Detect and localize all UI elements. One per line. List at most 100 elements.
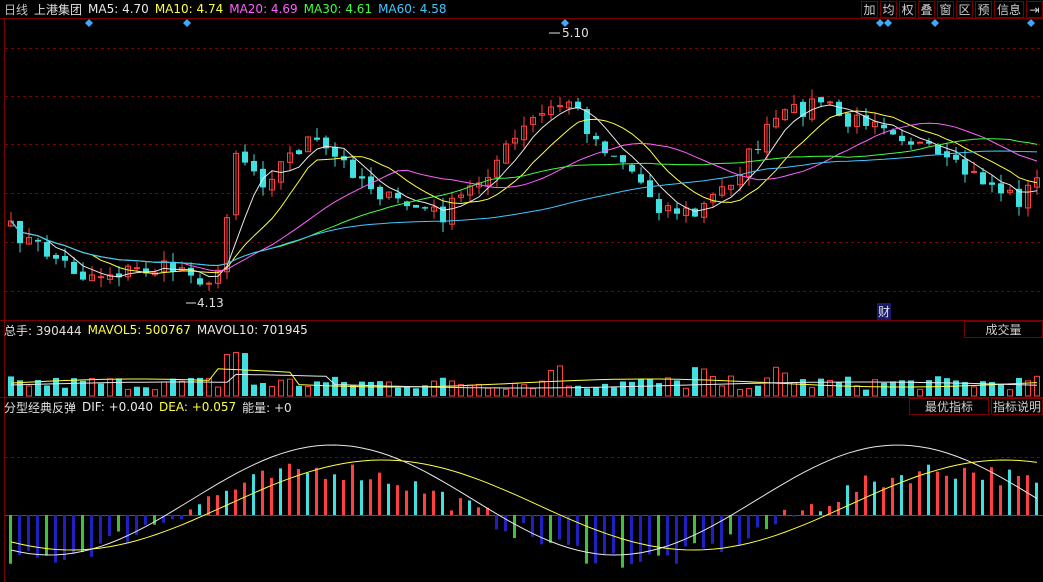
macd-bar-89 — [810, 504, 813, 515]
volume-bar-38 — [350, 385, 356, 396]
volume-bar-114 — [1034, 375, 1040, 397]
candle-body-39 — [359, 176, 365, 179]
stock-chart[interactable] — [0, 0, 1043, 582]
event-marker-5 — [931, 19, 939, 27]
volume-bar-92 — [836, 381, 842, 396]
macd-bar-86 — [783, 509, 786, 515]
macd-bar-76 — [693, 515, 696, 544]
volume-bar-7 — [71, 378, 77, 396]
volume-bar-32 — [296, 385, 302, 396]
candle-body-109 — [989, 182, 995, 185]
indicator-help-button[interactable]: 指标说明 — [991, 398, 1043, 415]
toolbar-rights-button[interactable]: 权 — [899, 1, 916, 18]
volume-bar-51 — [467, 384, 473, 397]
volume-bar-101 — [917, 388, 923, 397]
volume-bar-82 — [746, 388, 752, 397]
macd-bar-26 — [243, 482, 246, 515]
macd-bar-11 — [108, 515, 111, 537]
ma60-line — [10, 150, 1038, 267]
macd-bar-110 — [999, 485, 1002, 515]
toolbar-add-button[interactable]: 加 — [861, 1, 878, 18]
candle-body-93 — [845, 113, 851, 127]
toolbar-average-button[interactable]: 均 — [880, 1, 897, 18]
volume-bar-56 — [512, 382, 518, 397]
candle-body-69 — [629, 164, 635, 172]
macd-bar-71 — [648, 515, 651, 555]
toolbar-window-button[interactable]: 窗 — [937, 1, 954, 18]
macd-bar-107 — [972, 472, 975, 515]
macd-bar-63 — [576, 515, 579, 546]
candle-body-27 — [251, 161, 257, 172]
volume-bar-42 — [386, 381, 392, 397]
indicator-panel-title: 分型经典反弹 DIF: +0.040 DEA: +0.057 能量: +0 — [4, 399, 298, 415]
best-indicator-button[interactable]: 最优指标 — [909, 398, 989, 415]
candle-body-68 — [620, 155, 626, 163]
macd-bar-103 — [936, 471, 939, 515]
toolbar-forecast-button[interactable]: 预 — [975, 1, 992, 18]
macd-bar-47 — [432, 490, 435, 515]
candle-body-32 — [296, 150, 302, 155]
macd-bar-1 — [18, 515, 21, 556]
volume-bar-65 — [593, 387, 599, 396]
volume-bar-37 — [341, 382, 347, 396]
volume-button[interactable]: 成交量 — [964, 321, 1043, 338]
macd-bar-36 — [333, 474, 336, 515]
mavol5-value: MAVOL5: 500767 — [87, 323, 191, 337]
volume-bar-53 — [485, 387, 491, 397]
volume-bar-31 — [287, 378, 293, 397]
candle-body-4 — [44, 242, 50, 257]
candle-body-7 — [71, 261, 77, 274]
volume-bar-76 — [692, 367, 698, 396]
macd-bar-100 — [909, 483, 912, 515]
macd-bar-73 — [666, 515, 669, 556]
macd-bar-99 — [900, 475, 903, 515]
macd-bar-24 — [225, 490, 228, 515]
candle-body-67 — [611, 155, 617, 157]
macd-bar-109 — [990, 467, 993, 515]
finance-marker-icon[interactable]: 财 — [877, 303, 892, 320]
macd-bar-94 — [855, 491, 858, 515]
volume-bar-20 — [188, 378, 194, 396]
macd-bar-27 — [252, 474, 255, 515]
macd-bar-92 — [837, 501, 840, 515]
volume-panel-title: 总手: 390444 MAVOL5: 500767 MAVOL10: 70194… — [4, 322, 314, 338]
volume-bar-80 — [728, 375, 734, 397]
candle-body-105 — [953, 154, 959, 160]
volume-bar-50 — [458, 384, 464, 397]
macd-bar-41 — [378, 472, 381, 515]
macd-bar-68 — [621, 515, 624, 568]
chart-toolbar: 加 均 权 叠 窗 区 预 信息 ⇥ — [859, 1, 1043, 18]
toolbar-overlay-button[interactable]: 叠 — [918, 1, 935, 18]
volume-bar-10 — [98, 383, 104, 396]
volume-bar-22 — [206, 378, 212, 397]
volume-bar-12 — [116, 378, 122, 396]
macd-bar-34 — [315, 467, 318, 515]
volume-bar-111 — [1007, 389, 1013, 397]
volume-bar-58 — [530, 388, 536, 397]
macd-bar-57 — [522, 515, 525, 524]
macd-bar-61 — [558, 515, 561, 540]
candle-body-106 — [962, 159, 968, 175]
macd-bar-42 — [387, 483, 390, 515]
macd-bar-28 — [261, 470, 264, 515]
candle-body-101 — [917, 141, 923, 144]
volume-bar-81 — [737, 388, 743, 397]
event-marker-4 — [884, 19, 892, 27]
volume-bar-64 — [584, 388, 590, 396]
macd-bar-51 — [468, 500, 471, 515]
candle-body-70 — [638, 174, 644, 183]
volume-bar-91 — [827, 379, 833, 397]
period-label[interactable]: 日线 — [4, 1, 28, 18]
candle-body-90 — [818, 97, 824, 103]
macd-bar-13 — [126, 515, 129, 544]
macd-bar-111 — [1008, 469, 1011, 515]
toolbar-expand-icon[interactable]: ⇥ — [1026, 1, 1043, 18]
toolbar-range-button[interactable]: 区 — [956, 1, 973, 18]
dif-value: DIF: +0.040 — [82, 400, 154, 414]
volume-bar-57 — [521, 384, 527, 397]
macd-bar-87 — [792, 515, 795, 517]
toolbar-info-button[interactable]: 信息 — [994, 1, 1024, 18]
candle-body-6 — [62, 256, 68, 261]
macd-bar-95 — [864, 475, 867, 515]
ma5-value: MA5: 4.70 — [88, 2, 149, 16]
